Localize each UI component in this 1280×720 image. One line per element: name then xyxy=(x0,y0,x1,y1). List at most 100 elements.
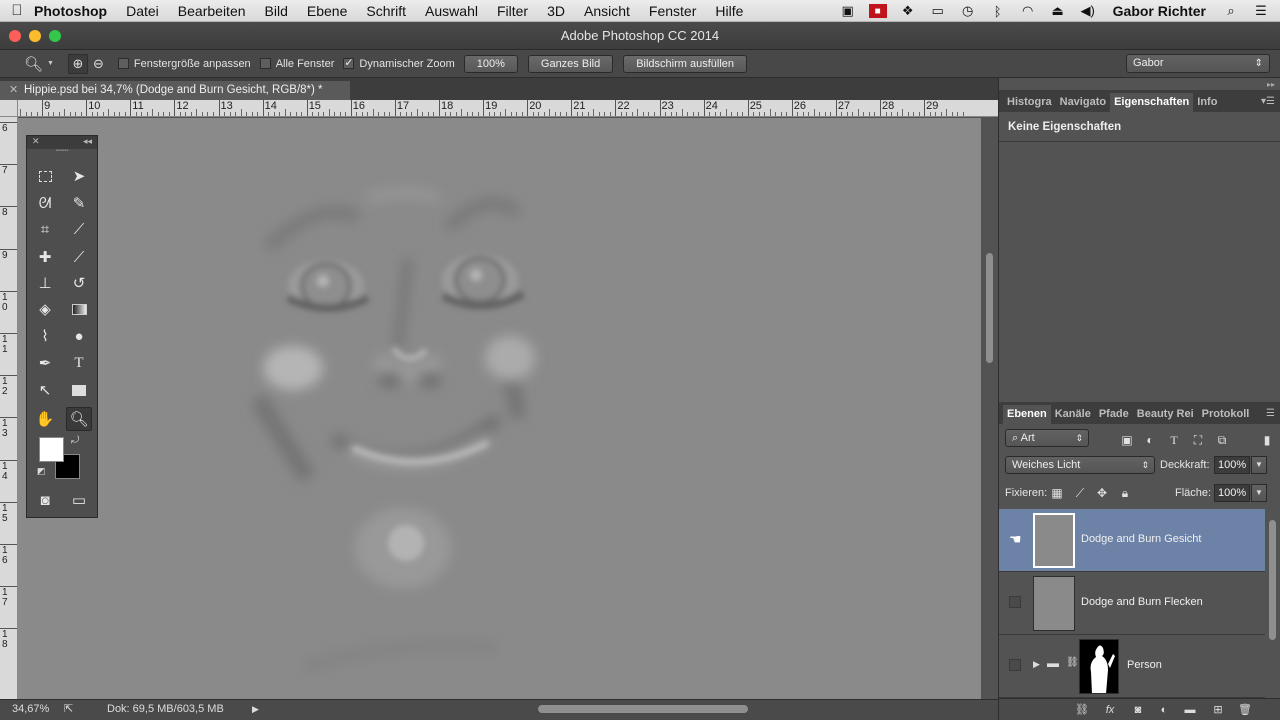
layers-scroll-thumb[interactable] xyxy=(1269,520,1276,640)
close-tools-icon[interactable]: ✕ xyxy=(32,136,40,147)
fit-window-checkbox[interactable] xyxy=(117,58,129,69)
healing-brush-tool-icon[interactable]: ✚ xyxy=(32,245,58,269)
tools-panel-header[interactable]: ✕ ◂◂ xyxy=(27,136,97,149)
whole-image-button[interactable]: Ganzes Bild xyxy=(527,54,614,73)
menu-3d[interactable]: 3D xyxy=(547,3,565,19)
status-menu-arrow-icon[interactable]: ▶ xyxy=(252,700,259,719)
add-mask-icon[interactable]: ◙ xyxy=(1130,702,1146,718)
dynamic-zoom-checkbox[interactable] xyxy=(343,56,355,69)
notification-center-icon[interactable]: ☰ xyxy=(1252,3,1270,18)
app-menu[interactable]: Photoshop xyxy=(34,3,107,19)
tab-navigator[interactable]: Navigato xyxy=(1056,93,1110,112)
pen-tool-icon[interactable]: ✒ xyxy=(32,351,58,375)
layer-filter-select[interactable]: ⌕ Art xyxy=(1005,429,1089,447)
swap-colors-icon[interactable]: ⤾ xyxy=(71,435,79,446)
lock-transparent-icon[interactable]: ▦ xyxy=(1049,485,1065,501)
new-group-icon[interactable]: ▬ xyxy=(1182,702,1198,718)
menu-datei[interactable]: Datei xyxy=(126,3,159,19)
lock-all-icon[interactable]: 🔒︎ xyxy=(1117,485,1133,501)
workspace-select[interactable]: Gabor xyxy=(1126,54,1270,73)
link-layers-icon[interactable]: ⛓ xyxy=(1074,702,1090,718)
layer-row[interactable]: ▶ ▬ ⛓ Person xyxy=(999,635,1265,698)
layer-name[interactable]: Dodge and Burn Flecken xyxy=(1081,596,1203,608)
layer-name[interactable]: Person xyxy=(1127,659,1162,671)
quick-mask-icon[interactable]: ◙ xyxy=(32,488,58,512)
zoom-in-icon[interactable]: ⊕ xyxy=(67,53,88,74)
menu-filter[interactable]: Filter xyxy=(497,3,528,19)
close-window-button[interactable] xyxy=(9,30,21,42)
gradient-tool-icon[interactable] xyxy=(66,297,92,321)
tools-grip[interactable]: ▪▪▪▪▪▪ xyxy=(27,148,97,155)
layer-style-fx-icon[interactable]: fx xyxy=(1102,702,1118,718)
menu-ansicht[interactable]: Ansicht xyxy=(584,3,630,19)
time-machine-icon[interactable]: ◷ xyxy=(959,3,977,18)
spotlight-search-icon[interactable]: ⌕ xyxy=(1222,3,1240,18)
apple-menu-icon[interactable]:  xyxy=(0,2,34,19)
menu-bild[interactable]: Bild xyxy=(265,3,288,19)
bluetooth-icon[interactable]: ᛒ xyxy=(989,4,1007,19)
document-canvas[interactable] xyxy=(18,118,981,699)
horizontal-scroll-thumb[interactable] xyxy=(538,705,748,713)
rectangle-tool-icon[interactable] xyxy=(66,378,92,402)
airplay-icon[interactable]: ▭ xyxy=(929,3,947,18)
foreground-color-swatch[interactable] xyxy=(39,437,64,462)
layer-row[interactable]: Dodge and Burn Flecken xyxy=(999,572,1265,635)
lock-image-icon[interactable]: ⟋ xyxy=(1072,485,1088,501)
blend-mode-select[interactable]: Weiches Licht xyxy=(1005,456,1155,474)
collapse-tools-icon[interactable]: ◂◂ xyxy=(83,136,92,147)
filter-pixel-icon[interactable]: ▣ xyxy=(1119,432,1135,448)
fill-dropdown-icon[interactable]: ▼ xyxy=(1251,484,1267,502)
brush-tool-icon[interactable]: ⟋ xyxy=(66,245,92,269)
screen-mode-icon[interactable]: ▭ xyxy=(66,488,92,512)
tab-channels[interactable]: Kanäle xyxy=(1051,405,1095,424)
eject-icon[interactable]: ⏏ xyxy=(1049,3,1067,18)
document-tab[interactable]: ✕ Hippie.psd bei 34,7% (Dodge and Burn G… xyxy=(0,81,350,100)
filter-toggle-icon[interactable]: ▮ xyxy=(1259,432,1275,448)
zoom-100-button[interactable]: 100% xyxy=(463,54,518,73)
filter-shape-icon[interactable]: ⛶ xyxy=(1190,432,1206,448)
layer-row[interactable]: ☚ Dodge and Burn Gesicht xyxy=(999,509,1265,572)
filter-smart-object-icon[interactable]: ⧉ xyxy=(1214,432,1230,448)
zoom-out-icon[interactable]: ⊖ xyxy=(93,56,104,72)
lasso-tool-icon[interactable]: ᘛ xyxy=(32,191,58,215)
fill-screen-button[interactable]: Bildschirm ausfüllen xyxy=(623,54,748,73)
marquee-tool-icon[interactable] xyxy=(32,164,58,188)
history-brush-tool-icon[interactable]: ↺ xyxy=(66,271,92,295)
wifi-icon[interactable]: ◠ xyxy=(1019,3,1037,18)
tab-history[interactable]: Protokoll xyxy=(1198,405,1254,424)
tab-properties[interactable]: Eigenschaften xyxy=(1110,93,1194,112)
ruler-origin[interactable] xyxy=(0,100,18,117)
tab-info[interactable]: Info xyxy=(1193,93,1221,112)
fill-input[interactable]: 100% xyxy=(1214,484,1250,502)
path-selection-tool-icon[interactable]: ↖ xyxy=(32,378,58,402)
tab-histogram[interactable]: Histogra xyxy=(1003,93,1056,112)
vertical-ruler[interactable]: 6 7 8 9 10 11 12 13 14 15 16 17 18 xyxy=(0,117,18,699)
collapse-panels-icon[interactable]: ▸▸ xyxy=(1267,80,1275,89)
layer-visibility-toggle[interactable] xyxy=(1009,596,1021,608)
dropbox-icon[interactable]: ❖ xyxy=(899,3,917,18)
zoom-tool-icon[interactable]: 🔍︎ xyxy=(66,407,92,431)
menu-auswahl[interactable]: Auswahl xyxy=(425,3,478,19)
zoom-tool-preset-icon[interactable]: 🔍︎ xyxy=(24,55,43,73)
menu-fenster[interactable]: Fenster xyxy=(649,3,696,19)
tab-layers[interactable]: Ebenen xyxy=(1003,405,1051,424)
clone-stamp-tool-icon[interactable]: ⊥ xyxy=(32,271,58,295)
minimize-window-button[interactable] xyxy=(29,30,41,42)
lock-position-icon[interactable]: ✥ xyxy=(1094,485,1110,501)
properties-panel-menu-icon[interactable]: ▾☰ xyxy=(1261,96,1275,107)
expand-group-icon[interactable]: ▶ xyxy=(1033,659,1040,670)
screen-share-icon[interactable]: ▣ xyxy=(839,3,857,18)
hand-tool-icon[interactable]: ✋ xyxy=(32,407,58,431)
preset-dropdown-icon[interactable]: ▼ xyxy=(47,60,54,67)
filter-adjustment-icon[interactable]: ◐ xyxy=(1142,432,1158,448)
quick-selection-tool-icon[interactable]: ✎ xyxy=(66,191,92,215)
volume-icon[interactable]: ◀) xyxy=(1079,3,1097,18)
filter-type-icon[interactable]: T xyxy=(1166,432,1182,448)
crop-tool-icon[interactable]: ⌗ xyxy=(32,217,58,241)
zoom-level[interactable]: 34,67% xyxy=(12,700,49,719)
dodge-tool-icon[interactable]: ● xyxy=(66,324,92,348)
close-document-icon[interactable]: ✕ xyxy=(9,81,18,100)
opacity-dropdown-icon[interactable]: ▼ xyxy=(1251,456,1267,474)
export-icon[interactable]: ⇱ xyxy=(64,700,73,719)
tab-paths[interactable]: Pfade xyxy=(1095,405,1133,424)
